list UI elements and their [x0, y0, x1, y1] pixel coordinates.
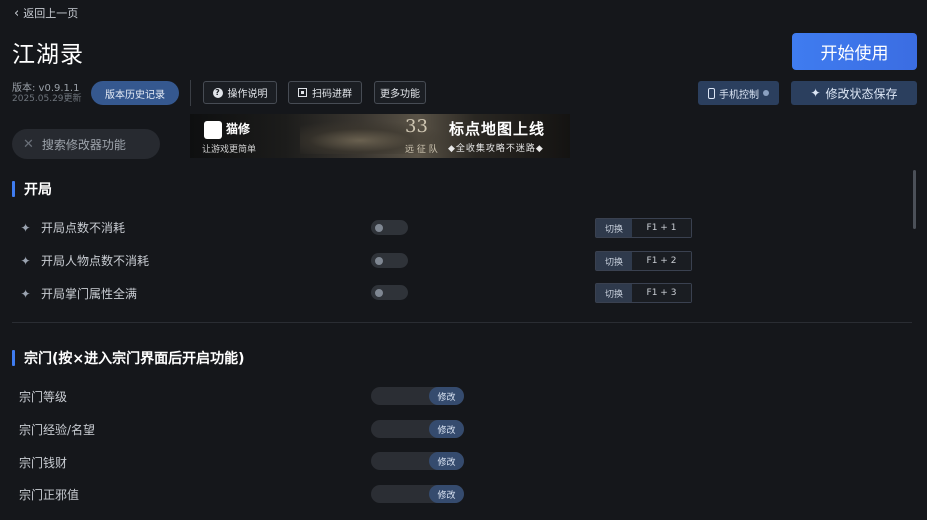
modify-button[interactable]: 修改	[429, 387, 464, 405]
hotkey-field[interactable]: 切换 F1 + 1	[595, 218, 692, 238]
hotkey-value: F1 + 3	[632, 284, 691, 302]
banner-tagline: ◆全收集攻略不迷路◆	[448, 144, 544, 154]
value-field[interactable]: 修改	[371, 485, 464, 503]
qr-code-icon	[298, 88, 307, 97]
feature-label: 宗门钱财	[19, 456, 68, 470]
feature-label-text: 开局掌门属性全满	[41, 287, 138, 301]
modify-button[interactable]: 修改	[429, 420, 464, 438]
feature-label: 宗门正邪值	[19, 488, 80, 502]
section-title-sect: 宗门(按×进入宗门界面后开启功能)	[12, 348, 245, 368]
more-features-button[interactable]: 更多功能	[374, 81, 426, 104]
hotkey-field[interactable]: 切换 F1 + 3	[595, 283, 692, 303]
search-placeholder: 搜索修改器功能	[41, 137, 126, 152]
phone-control-label: 手机控制	[719, 89, 759, 101]
feature-label-text: 开局点数不消耗	[41, 221, 126, 235]
modify-button[interactable]: 修改	[429, 452, 464, 470]
modify-button[interactable]: 修改	[429, 485, 464, 503]
section-divider	[12, 322, 912, 323]
promo-banner[interactable]: 猫修 让游戏更简单 33 远 征 队 标点地图上线 ◆全收集攻略不迷路◆	[190, 114, 570, 158]
feature-label: ✦ 开局掌门属性全满	[19, 285, 137, 302]
value-field[interactable]: 修改	[371, 420, 464, 438]
hotkey-field[interactable]: 切换 F1 + 2	[595, 251, 692, 271]
version-history-button[interactable]: 版本历史记录	[91, 81, 179, 105]
back-link[interactable]: ‹ 返回上一页	[14, 5, 78, 21]
feature-label: ✦ 开局点数不消耗	[19, 219, 125, 236]
toggle-knob	[375, 288, 383, 297]
page-title: 江湖录	[12, 42, 84, 68]
banner-team: 远 征 队	[405, 145, 438, 155]
update-date: 2025.05.29更新	[12, 94, 82, 104]
switch-label: 切换	[596, 252, 632, 270]
version-info: 版本: v0.9.1.1 2025.05.29更新	[12, 83, 82, 105]
trainer-page: ‹ 返回上一页 江湖录 开始使用 版本: v0.9.1.1 2025.05.29…	[0, 0, 927, 520]
section-marker	[12, 181, 15, 197]
phone-control-button[interactable]: 手机控制	[698, 81, 779, 105]
help-icon: ?	[212, 87, 223, 98]
switch-label: 切换	[596, 284, 632, 302]
save-state-label: 修改状态保存	[825, 86, 898, 101]
guide-label: 操作说明	[227, 89, 268, 100]
banner-headline: 标点地图上线	[449, 120, 546, 138]
sparkle-icon: ✦	[20, 220, 31, 235]
banner-number: 33	[405, 116, 428, 137]
back-label: 返回上一页	[23, 7, 79, 20]
section-title-text: 开局	[24, 182, 52, 198]
scrollbar[interactable]	[913, 170, 916, 229]
feature-label-text: 开局人物点数不消耗	[41, 254, 150, 268]
guide-button[interactable]: ? 操作说明	[203, 81, 277, 104]
feature-toggle[interactable]	[371, 253, 408, 268]
switch-label: 切换	[596, 219, 632, 237]
sparkle-icon: ✦	[20, 253, 31, 268]
status-dot-icon	[763, 90, 769, 96]
save-state-button[interactable]: ✦ 修改状态保存	[791, 81, 917, 105]
value-field[interactable]: 修改	[371, 452, 464, 470]
toggle-knob	[375, 256, 383, 265]
feature-toggle[interactable]	[371, 285, 408, 300]
toggle-knob	[375, 223, 383, 232]
chevron-left-icon: ‹	[14, 5, 20, 21]
qr-group-label: 扫码进群	[312, 89, 352, 100]
tools-icon: ✕	[23, 136, 34, 152]
feature-label: 宗门经验/名望	[19, 423, 96, 437]
sparkle-icon: ✦	[810, 86, 821, 100]
hotkey-value: F1 + 1	[632, 219, 691, 237]
feature-toggle[interactable]	[371, 220, 408, 235]
qr-group-button[interactable]: 扫码进群	[288, 81, 362, 104]
more-features-label: 更多功能	[380, 89, 420, 100]
version-text: 版本: v0.9.1.1	[12, 83, 80, 94]
banner-brand: 猫修	[226, 122, 251, 136]
section-title-opening: 开局	[12, 179, 52, 199]
hotkey-value: F1 + 2	[632, 252, 691, 270]
value-field[interactable]: 修改	[371, 387, 464, 405]
section-marker	[12, 350, 15, 366]
search-input[interactable]: ✕ 搜索修改器功能	[12, 129, 160, 159]
section-title-text: 宗门(按×进入宗门界面后开启功能)	[24, 351, 245, 367]
toolbar-divider	[190, 80, 191, 106]
start-button[interactable]: 开始使用	[792, 33, 917, 70]
feature-label: 宗门等级	[19, 390, 68, 404]
banner-slogan: 让游戏更简单	[202, 145, 257, 155]
maoxiu-logo-icon	[204, 121, 222, 139]
phone-icon	[708, 87, 715, 99]
sparkle-icon: ✦	[20, 286, 31, 301]
feature-label: ✦ 开局人物点数不消耗	[19, 252, 149, 269]
